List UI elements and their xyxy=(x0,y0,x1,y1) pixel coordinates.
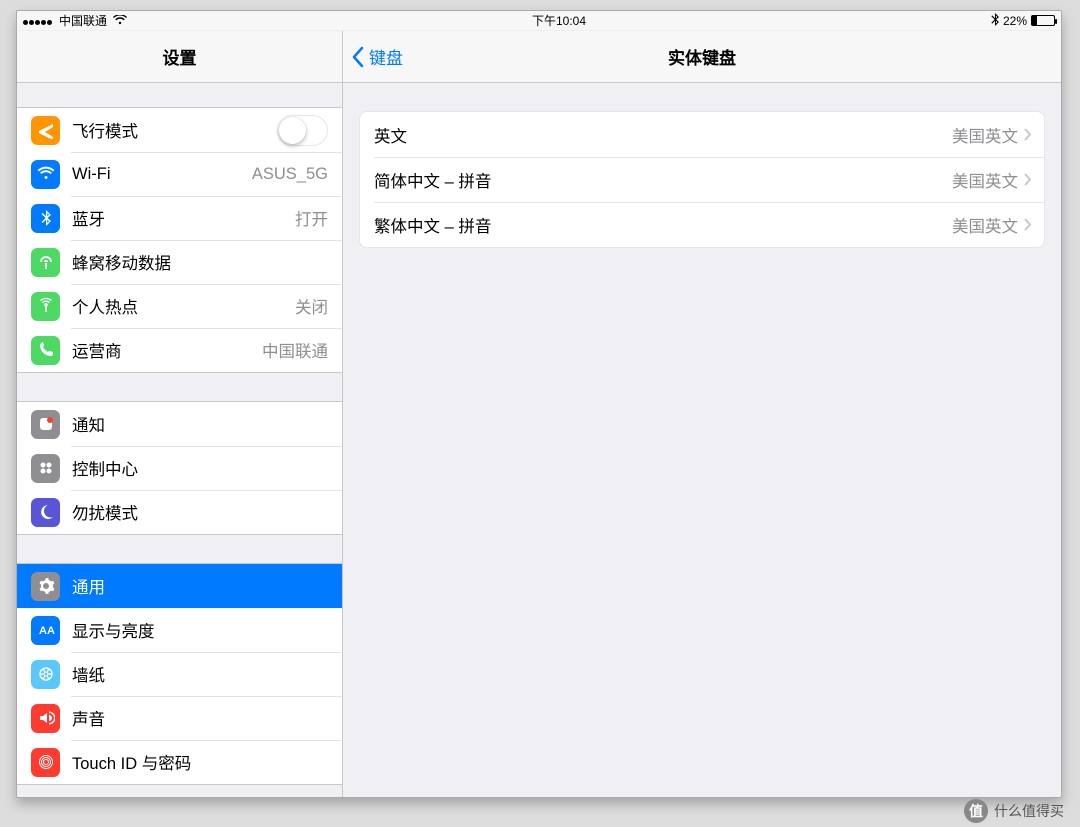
sidebar-item-label: 运营商 xyxy=(72,338,122,362)
carrier-label: 中国联通 xyxy=(59,12,107,29)
detail-pane: 键盘 实体键盘 英文美国英文简体中文 – 拼音美国英文繁体中文 – 拼音美国英文 xyxy=(343,31,1061,797)
sidebar-item-general[interactable]: 通用 xyxy=(17,564,342,608)
touchid-icon xyxy=(31,748,60,777)
moon-icon xyxy=(31,498,60,527)
sidebar-item-wallpaper[interactable]: 墙纸 xyxy=(17,652,342,696)
sidebar-item-label: 控制中心 xyxy=(72,456,138,480)
signal-strength-icon xyxy=(23,14,53,28)
keyboard-layout-row[interactable]: 简体中文 – 拼音 美国英文 xyxy=(360,157,1044,202)
sidebar-item-label: 蜂窝移动数据 xyxy=(72,250,171,274)
keyboard-layout-row[interactable]: 英文 美国英文 xyxy=(360,112,1044,157)
detail-title: 实体键盘 xyxy=(343,44,1061,69)
airplane-icon xyxy=(31,116,60,145)
sidebar-item-label: 墙纸 xyxy=(72,662,105,686)
keyboard-layout-row[interactable]: 繁体中文 – 拼音 美国英文 xyxy=(360,202,1044,247)
sidebar-item-airplane[interactable]: 飞行模式 xyxy=(17,108,342,152)
status-bar: 中国联通 下午10:04 22% xyxy=(17,11,1061,31)
sidebar-item-hotspot[interactable]: 个人热点 关闭 xyxy=(17,284,342,328)
battery-icon xyxy=(1031,15,1055,26)
row-label: 简体中文 – 拼音 xyxy=(374,168,491,192)
sidebar-item-label: 显示与亮度 xyxy=(72,618,155,642)
display-icon: AA xyxy=(31,616,60,645)
wifi-icon xyxy=(113,14,127,28)
row-value: 美国英文 xyxy=(952,123,1018,147)
bluetooth-icon xyxy=(31,204,60,233)
chevron-right-icon xyxy=(1024,173,1032,186)
back-button[interactable]: 键盘 xyxy=(351,44,403,69)
phone-icon xyxy=(31,336,60,365)
row-value: 美国英文 xyxy=(952,168,1018,192)
row-label: 繁体中文 – 拼音 xyxy=(374,213,491,237)
detail-scroll[interactable]: 英文美国英文简体中文 – 拼音美国英文繁体中文 – 拼音美国英文 xyxy=(343,83,1061,797)
sidebar-item-label: 勿扰模式 xyxy=(72,500,138,524)
sidebar-item-notifications[interactable]: 通知 xyxy=(17,402,342,446)
sidebar-item-value: 打开 xyxy=(295,206,328,230)
sidebar-item-dnd[interactable]: 勿扰模式 xyxy=(17,490,342,534)
chevron-right-icon xyxy=(1024,128,1032,141)
sidebar-group: 通用 AA 显示与亮度墙纸声音 Touch ID 与密码 xyxy=(17,563,342,785)
sound-icon xyxy=(31,704,60,733)
watermark-badge: 值 xyxy=(964,799,988,823)
chevron-right-icon xyxy=(1024,218,1032,231)
sidebar-item-label: Wi-Fi xyxy=(72,165,110,184)
sidebar-item-value: 中国联通 xyxy=(262,338,328,362)
sidebar-item-display[interactable]: AA 显示与亮度 xyxy=(17,608,342,652)
settings-sidebar: 设置 飞行模式 Wi-Fi ASUS_5G 蓝牙 打开蜂窝移动数据个人热点 关闭运营商 中国… xyxy=(17,31,343,797)
keyboard-list-group: 英文美国英文简体中文 – 拼音美国英文繁体中文 – 拼音美国英文 xyxy=(359,111,1045,248)
clock-label: 下午10:04 xyxy=(127,12,991,29)
cellular-icon xyxy=(31,248,60,277)
sidebar-item-controlcenter[interactable]: 控制中心 xyxy=(17,446,342,490)
sidebar-item-touchid[interactable]: Touch ID 与密码 xyxy=(17,740,342,784)
sidebar-title: 设置 xyxy=(17,44,342,69)
svg-text:AA: AA xyxy=(39,625,55,637)
sidebar-item-label: 声音 xyxy=(72,706,105,730)
sidebar-navbar: 设置 xyxy=(17,31,342,83)
sidebar-group: 通知控制中心勿扰模式 xyxy=(17,401,342,535)
watermark: 值 什么值得买 xyxy=(964,799,1064,823)
sidebar-item-bluetooth[interactable]: 蓝牙 打开 xyxy=(17,196,342,240)
battery-percent-label: 22% xyxy=(1003,14,1027,28)
sidebar-item-label: 飞行模式 xyxy=(72,118,138,142)
detail-navbar: 键盘 实体键盘 xyxy=(343,31,1061,83)
sidebar-item-label: 通用 xyxy=(72,574,105,598)
wifi-icon xyxy=(31,160,60,189)
row-label: 英文 xyxy=(374,123,407,147)
sidebar-item-label: 蓝牙 xyxy=(72,206,105,230)
sidebar-item-wifi[interactable]: Wi-Fi ASUS_5G xyxy=(17,152,342,196)
sidebar-group: 飞行模式 Wi-Fi ASUS_5G 蓝牙 打开蜂窝移动数据个人热点 关闭运营商 中国联通 xyxy=(17,107,342,373)
sidebar-item-label: 个人热点 xyxy=(72,294,138,318)
watermark-text: 什么值得买 xyxy=(994,801,1064,821)
sidebar-item-carrier[interactable]: 运营商 中国联通 xyxy=(17,328,342,372)
sidebar-item-value: ASUS_5G xyxy=(252,165,328,184)
ipad-settings-window: 中国联通 下午10:04 22% 设置 飞行模式 Wi-Fi ASUS_5G 蓝牙 打开… xyxy=(16,10,1062,798)
cc-icon xyxy=(31,454,60,483)
hotspot-icon xyxy=(31,292,60,321)
sidebar-item-label: 通知 xyxy=(72,412,105,436)
sidebar-scroll[interactable]: 飞行模式 Wi-Fi ASUS_5G 蓝牙 打开蜂窝移动数据个人热点 关闭运营商 中国联通通… xyxy=(17,83,342,797)
bluetooth-icon xyxy=(991,13,999,29)
sidebar-item-sound[interactable]: 声音 xyxy=(17,696,342,740)
sidebar-item-label: Touch ID 与密码 xyxy=(72,750,191,774)
row-value: 美国英文 xyxy=(952,213,1018,237)
sidebar-item-cellular[interactable]: 蜂窝移动数据 xyxy=(17,240,342,284)
wallpaper-icon xyxy=(31,660,60,689)
notif-icon xyxy=(31,410,60,439)
gear-icon xyxy=(31,572,60,601)
chevron-left-icon xyxy=(351,46,365,68)
airplane-toggle[interactable] xyxy=(277,115,328,146)
back-label: 键盘 xyxy=(369,44,403,69)
sidebar-item-value: 关闭 xyxy=(295,294,328,318)
